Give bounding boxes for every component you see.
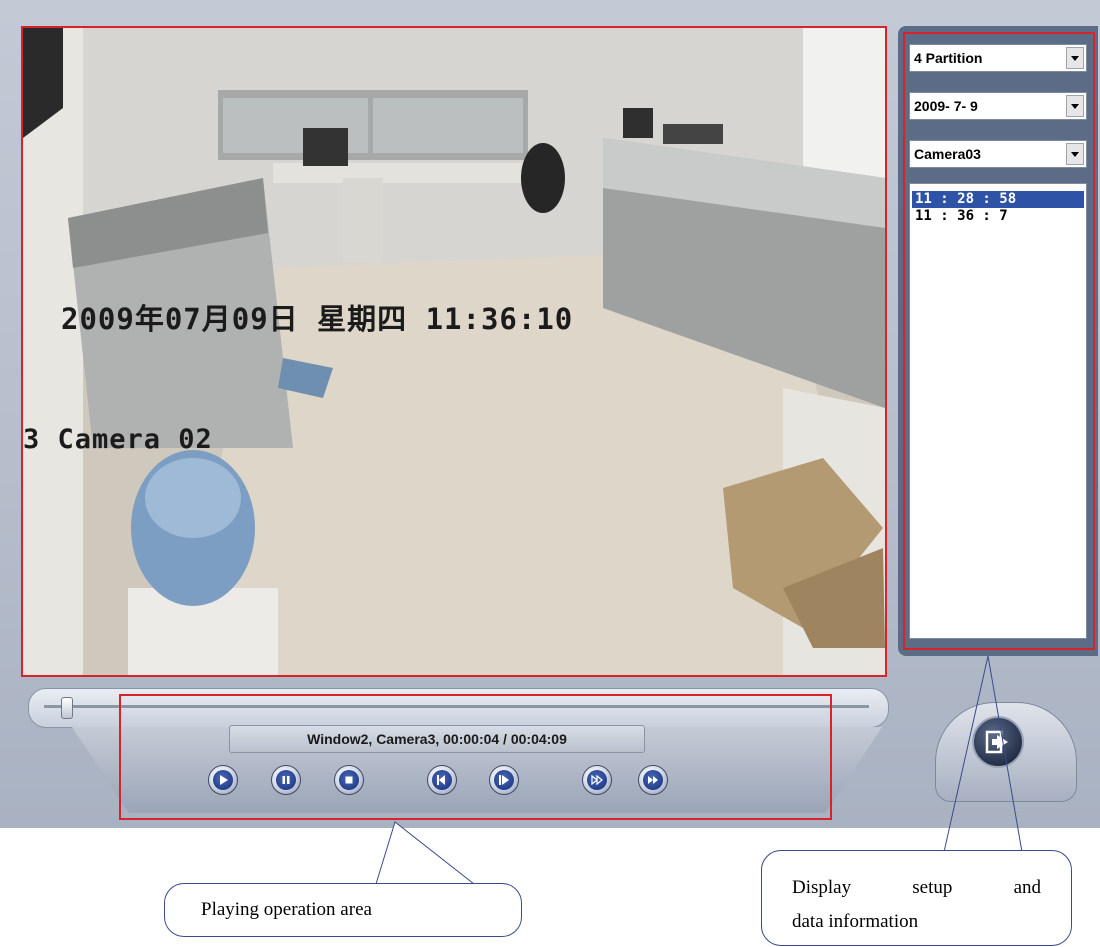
partition-select-value: 4 Partition bbox=[914, 50, 983, 66]
callout-playing-area-text: Playing operation area bbox=[201, 899, 372, 920]
camera-select[interactable]: Camera03 bbox=[909, 140, 1087, 168]
camera-scene bbox=[23, 28, 885, 675]
callout-data-information: data information bbox=[792, 911, 919, 932]
video-viewport[interactable]: 2009年07月09日 星期四 11:36:10 3 Camera 02 bbox=[21, 26, 887, 677]
callout-setup-word: setup bbox=[912, 877, 953, 898]
date-select-value: 2009- 7- 9 bbox=[914, 98, 978, 114]
osd-datetime: 2009年07月09日 星期四 11:36:10 bbox=[61, 302, 574, 336]
playing-area-highlight bbox=[119, 694, 832, 820]
list-item[interactable]: 11 : 28 : 58 bbox=[912, 191, 1084, 208]
chevron-down-icon[interactable] bbox=[1066, 143, 1084, 165]
callout-display-setup: Display setup and data information bbox=[761, 850, 1072, 946]
osd-camera-label: 3 Camera 02 bbox=[23, 424, 213, 455]
date-select[interactable]: 2009- 7- 9 bbox=[909, 92, 1087, 120]
chevron-down-icon[interactable] bbox=[1066, 47, 1084, 69]
playback-window: 2009年07月09日 星期四 11:36:10 3 Camera 02 4 P… bbox=[0, 0, 1100, 828]
camera-select-value: Camera03 bbox=[914, 146, 981, 162]
callout-display-word: Display bbox=[792, 877, 852, 898]
partition-select[interactable]: 4 Partition bbox=[909, 44, 1087, 72]
list-item[interactable]: 11 : 36 : 7 bbox=[912, 208, 1084, 225]
exit-icon bbox=[985, 730, 1008, 754]
record-time-list[interactable]: 11 : 28 : 58 11 : 36 : 7 bbox=[909, 183, 1087, 639]
seek-bar-thumb[interactable] bbox=[61, 697, 73, 719]
exit-button[interactable] bbox=[972, 716, 1024, 768]
chevron-down-icon[interactable] bbox=[1066, 95, 1084, 117]
callout-and-word: and bbox=[1013, 877, 1041, 898]
callout-playing-area: Playing operation area bbox=[164, 883, 522, 937]
